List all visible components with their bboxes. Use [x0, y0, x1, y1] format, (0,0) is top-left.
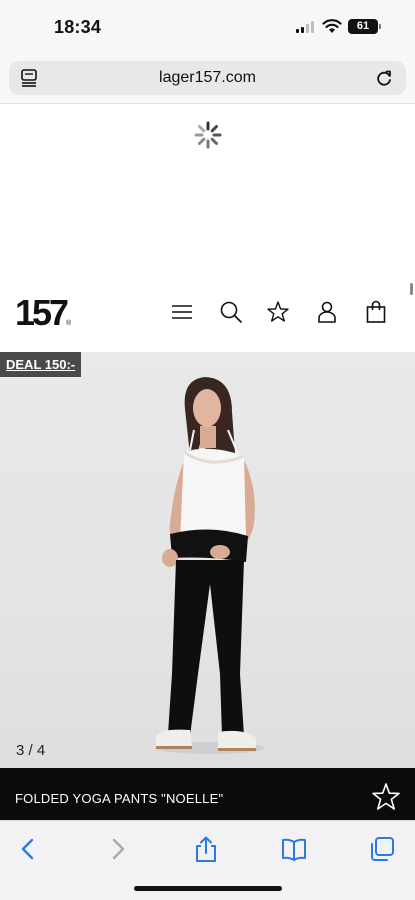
url-text[interactable]: lager157.com: [9, 69, 406, 87]
product-title-bar: FOLDED YOGA PANTS "NOELLE": [0, 768, 415, 820]
site-header: 157 ®: [0, 282, 415, 352]
status-bar: 18:34 61: [0, 0, 415, 54]
status-time: 18:34: [54, 17, 102, 37]
bag-icon[interactable]: [364, 300, 388, 324]
menu-icon[interactable]: [170, 300, 194, 324]
battery-icon: 61: [348, 19, 381, 34]
product-title[interactable]: FOLDED YOGA PANTS "NOELLE": [15, 791, 223, 806]
loading-spinner-icon: [194, 121, 222, 149]
scrollbar-thumb[interactable]: [410, 283, 413, 295]
user-icon[interactable]: [315, 300, 339, 324]
cellular-signal-icon: [296, 21, 316, 33]
reload-icon[interactable]: [374, 68, 394, 88]
deal-badge[interactable]: DEAL 150:-: [0, 352, 82, 377]
search-icon[interactable]: [219, 300, 243, 324]
site-logo[interactable]: 157: [15, 292, 69, 334]
address-bar[interactable]: lager157.com: [9, 61, 406, 95]
image-counter: 3 / 4: [16, 742, 46, 759]
home-indicator[interactable]: [134, 886, 282, 891]
star-icon[interactable]: [266, 300, 290, 324]
bookmarks-icon[interactable]: [280, 835, 308, 863]
forward-icon[interactable]: [104, 835, 132, 863]
wifi-icon: [322, 19, 342, 33]
share-icon[interactable]: [192, 835, 220, 863]
back-icon[interactable]: [14, 835, 42, 863]
product-image-carousel[interactable]: DEAL 150:- 3 / 4: [0, 352, 415, 768]
tabs-icon[interactable]: [368, 835, 396, 863]
logo-registered-mark: ®: [66, 320, 72, 327]
favorite-star-icon[interactable]: [371, 782, 401, 812]
browser-address-area: lager157.com: [0, 54, 415, 104]
product-photo-model: [155, 377, 265, 754]
